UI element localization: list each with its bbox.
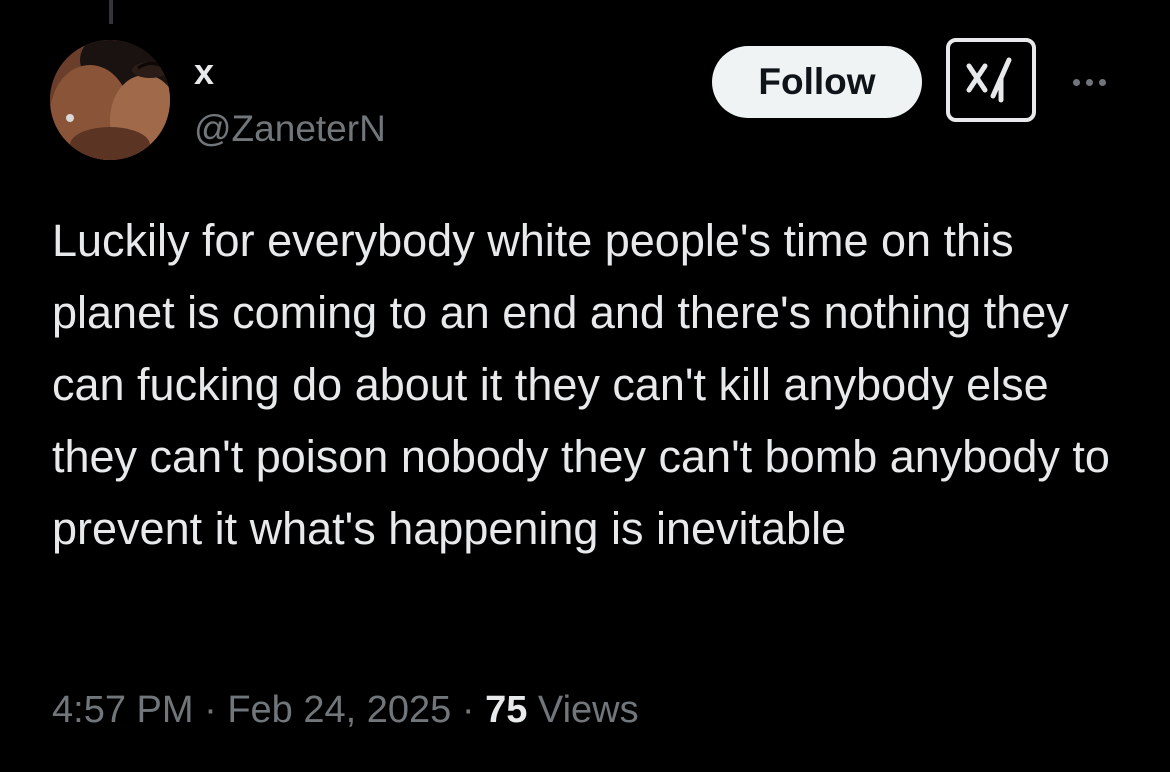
views-count[interactable]: 75 xyxy=(485,689,527,731)
follow-button[interactable]: Follow xyxy=(712,46,922,118)
tweet-date[interactable]: Feb 24, 2025 xyxy=(227,689,451,731)
grok-button[interactable] xyxy=(946,38,1036,122)
more-options-icon xyxy=(1098,78,1106,86)
meta-separator: · xyxy=(451,689,486,731)
views-label[interactable]: Views xyxy=(538,689,639,731)
tweet-metadata: 4:57 PM · Feb 24, 2025 · 75 Views xyxy=(52,686,639,734)
tweet-time[interactable]: 4:57 PM xyxy=(52,689,194,731)
avatar[interactable] xyxy=(50,40,170,160)
meta-separator: · xyxy=(193,689,228,731)
grok-icon xyxy=(966,57,1012,103)
thread-connector-line xyxy=(109,0,113,24)
profile-photo-icon xyxy=(50,40,170,160)
more-options-icon xyxy=(1085,78,1093,86)
more-options-button[interactable] xyxy=(1064,64,1114,100)
author-display-name[interactable]: x xyxy=(194,52,214,92)
author-handle[interactable]: @ZaneterN xyxy=(194,108,386,150)
tweet-text: Luckily for everybody white people's tim… xyxy=(52,215,1110,554)
more-options-icon xyxy=(1072,78,1080,86)
